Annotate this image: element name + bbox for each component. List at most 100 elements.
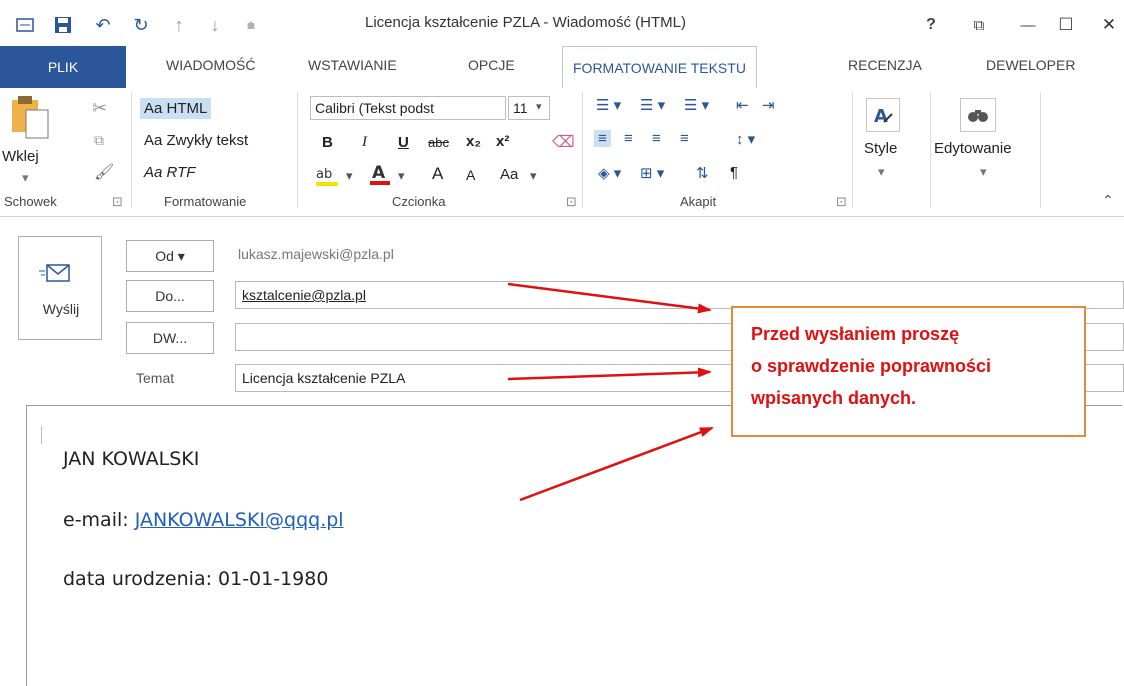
annotation-line-3: wpisanych danych.	[751, 388, 917, 408]
decrease-indent-icon[interactable]: ⇤	[736, 96, 749, 114]
sort-icon[interactable]: ⇅	[696, 164, 709, 182]
styles-icon[interactable]: A	[866, 98, 900, 132]
align-center-icon[interactable]: ≡	[624, 130, 633, 147]
numbering-icon[interactable]: ☰ ▾	[640, 96, 665, 114]
shrink-font-button[interactable]: A	[466, 167, 475, 183]
paste-dropdown-icon[interactable]: ▾	[22, 170, 29, 186]
bullets-icon[interactable]: ☰ ▾	[596, 96, 621, 114]
send-button[interactable]: Wyślij	[18, 236, 102, 340]
shading-icon[interactable]: ◈ ▾	[598, 164, 621, 182]
strikethrough-button[interactable]: abc	[428, 135, 449, 150]
cc-button[interactable]: DW...	[126, 322, 214, 354]
align-right-icon[interactable]: ≡	[652, 130, 661, 147]
underline-button[interactable]: U	[398, 134, 409, 151]
save-icon[interactable]	[52, 14, 74, 36]
svg-text:A: A	[372, 163, 386, 183]
annotation-callout: Przed wysłaniem proszę o sprawdzenie pop…	[731, 306, 1086, 437]
highlight-dropdown-icon[interactable]: ▾	[346, 168, 353, 184]
to-field[interactable]: ksztalcenie@pzla.pl	[235, 281, 1124, 309]
text-cursor	[41, 426, 42, 444]
close-button[interactable]: ✕	[1098, 14, 1120, 36]
group-label-paragraph: Akapit	[680, 194, 717, 209]
tab-options[interactable]: OPCJE	[468, 57, 515, 73]
italic-button[interactable]: I	[362, 134, 367, 151]
clipboard-launcher-icon[interactable]: ⊡	[112, 194, 123, 210]
window-title: Licencja kształcenie PZLA - Wiadomość (H…	[365, 14, 686, 31]
format-rtf-button[interactable]: Aa RTF	[144, 164, 195, 181]
ribbon-tabs: PLIK WIADOMOŚĆ WSTAWIANIE OPCJE FORMATOW…	[0, 46, 1124, 89]
copy-icon[interactable]: ⧉	[94, 132, 104, 149]
send-label: Wyślij	[42, 301, 80, 317]
body-birthdate: data urodzenia: 01-01-1980	[63, 568, 329, 590]
format-painter-icon[interactable]: 🖌	[94, 162, 114, 182]
send-icon	[39, 263, 71, 288]
customize-quick-access-icon[interactable]: ⩧	[240, 14, 262, 36]
annotation-line-1: Przed wysłaniem proszę	[751, 324, 960, 344]
clear-formatting-icon[interactable]: ⌫	[552, 132, 575, 152]
ribbon: Wklej ▾ ✂ ⧉ 🖌 Schowek ⊡ Aa HTML Aa Zwykł…	[0, 88, 1124, 217]
bold-button[interactable]: B	[322, 134, 333, 151]
font-size-dropdown-icon[interactable]: ▾	[536, 100, 542, 113]
justify-icon[interactable]: ≡	[680, 130, 689, 147]
body-name: JAN KOWALSKI	[63, 448, 200, 470]
to-button[interactable]: Do...	[126, 280, 214, 312]
editing-label[interactable]: Edytowanie	[934, 140, 1012, 157]
editing-dropdown-icon[interactable]: ▾	[980, 164, 987, 180]
down-arrow-icon[interactable]: ↓	[204, 14, 226, 36]
group-label-format: Formatowanie	[164, 194, 247, 209]
highlight-color-icon[interactable]: ab	[314, 164, 344, 193]
tab-message[interactable]: WIADOMOŚĆ	[166, 57, 255, 73]
tab-file[interactable]: PLIK	[0, 46, 126, 88]
font-color-icon[interactable]: A	[368, 162, 394, 193]
minimize-button[interactable]: —	[1017, 14, 1039, 36]
from-button[interactable]: Od ▾	[126, 240, 214, 272]
svg-text:ab: ab	[316, 167, 332, 182]
tab-insert[interactable]: WSTAWIANIE	[308, 57, 397, 73]
cut-icon[interactable]: ✂	[92, 98, 107, 119]
change-case-dropdown-icon[interactable]: ▾	[530, 168, 537, 184]
group-label-clipboard: Schowek	[4, 194, 57, 209]
styles-dropdown-icon[interactable]: ▾	[878, 164, 885, 180]
multilevel-list-icon[interactable]: ☰ ▾	[684, 96, 709, 114]
message-body[interactable]: JAN KOWALSKI e-mail: JANKOWALSKI@qqq.pl …	[26, 405, 1122, 686]
ribbon-display-options-button[interactable]: ⧉	[968, 14, 990, 36]
borders-icon[interactable]: ⊞ ▾	[640, 164, 664, 182]
group-label-font: Czcionka	[392, 194, 446, 209]
body-email-line: e-mail: JANKOWALSKI@qqq.pl	[63, 509, 344, 531]
tab-developer[interactable]: DEWELOPER	[986, 57, 1075, 73]
svg-text:A: A	[874, 106, 888, 126]
font-size-combo[interactable]: 11	[508, 96, 550, 120]
annotation-line-2: o sprawdzenie poprawności	[751, 356, 992, 376]
help-button[interactable]: ?	[920, 14, 942, 36]
styles-label[interactable]: Style	[864, 140, 897, 157]
body-email-label: e-mail:	[63, 509, 135, 531]
show-formatting-button[interactable]: ¶	[730, 164, 738, 181]
change-case-button[interactable]: Aa	[500, 166, 518, 183]
undo-icon[interactable]: ↶	[92, 14, 114, 36]
tab-format-text[interactable]: FORMATOWANIE TEKSTU	[562, 46, 757, 89]
up-arrow-icon[interactable]: ↑	[168, 14, 190, 36]
font-launcher-icon[interactable]: ⊡	[566, 194, 577, 210]
increase-indent-icon[interactable]: ⇥	[762, 96, 775, 114]
paragraph-launcher-icon[interactable]: ⊡	[836, 194, 847, 210]
paste-button[interactable]	[8, 92, 50, 145]
subscript-button[interactable]: x₂	[466, 133, 481, 150]
title-bar: ↶ ↻ ↑ ↓ ⩧ Licencja kształcenie PZLA - Wi…	[0, 0, 1124, 46]
align-left-icon[interactable]: ≡	[594, 130, 611, 147]
from-address: lukasz.majewski@pzla.pl	[238, 246, 394, 262]
collapse-ribbon-icon[interactable]: ⌃	[1102, 192, 1114, 209]
format-html-button[interactable]: Aa HTML	[140, 98, 212, 119]
to-recipient[interactable]: ksztalcenie@pzla.pl	[242, 287, 366, 303]
font-color-dropdown-icon[interactable]: ▾	[398, 168, 405, 184]
redo-icon[interactable]: ↻	[130, 14, 152, 36]
tab-review[interactable]: RECENZJA	[848, 57, 922, 73]
grow-font-button[interactable]: A	[432, 164, 443, 184]
font-name-combo[interactable]: Calibri (Tekst podst	[310, 96, 506, 120]
body-email-link[interactable]: JANKOWALSKI@qqq.pl	[135, 509, 344, 531]
binoculars-icon[interactable]	[960, 98, 996, 132]
subject-label: Temat	[136, 370, 175, 386]
superscript-button[interactable]: x²	[496, 133, 509, 150]
maximize-button[interactable]: ☐	[1055, 14, 1077, 36]
line-spacing-icon[interactable]: ↕ ▾	[736, 130, 755, 148]
format-plain-text-button[interactable]: Aa Zwykły tekst	[144, 132, 248, 149]
